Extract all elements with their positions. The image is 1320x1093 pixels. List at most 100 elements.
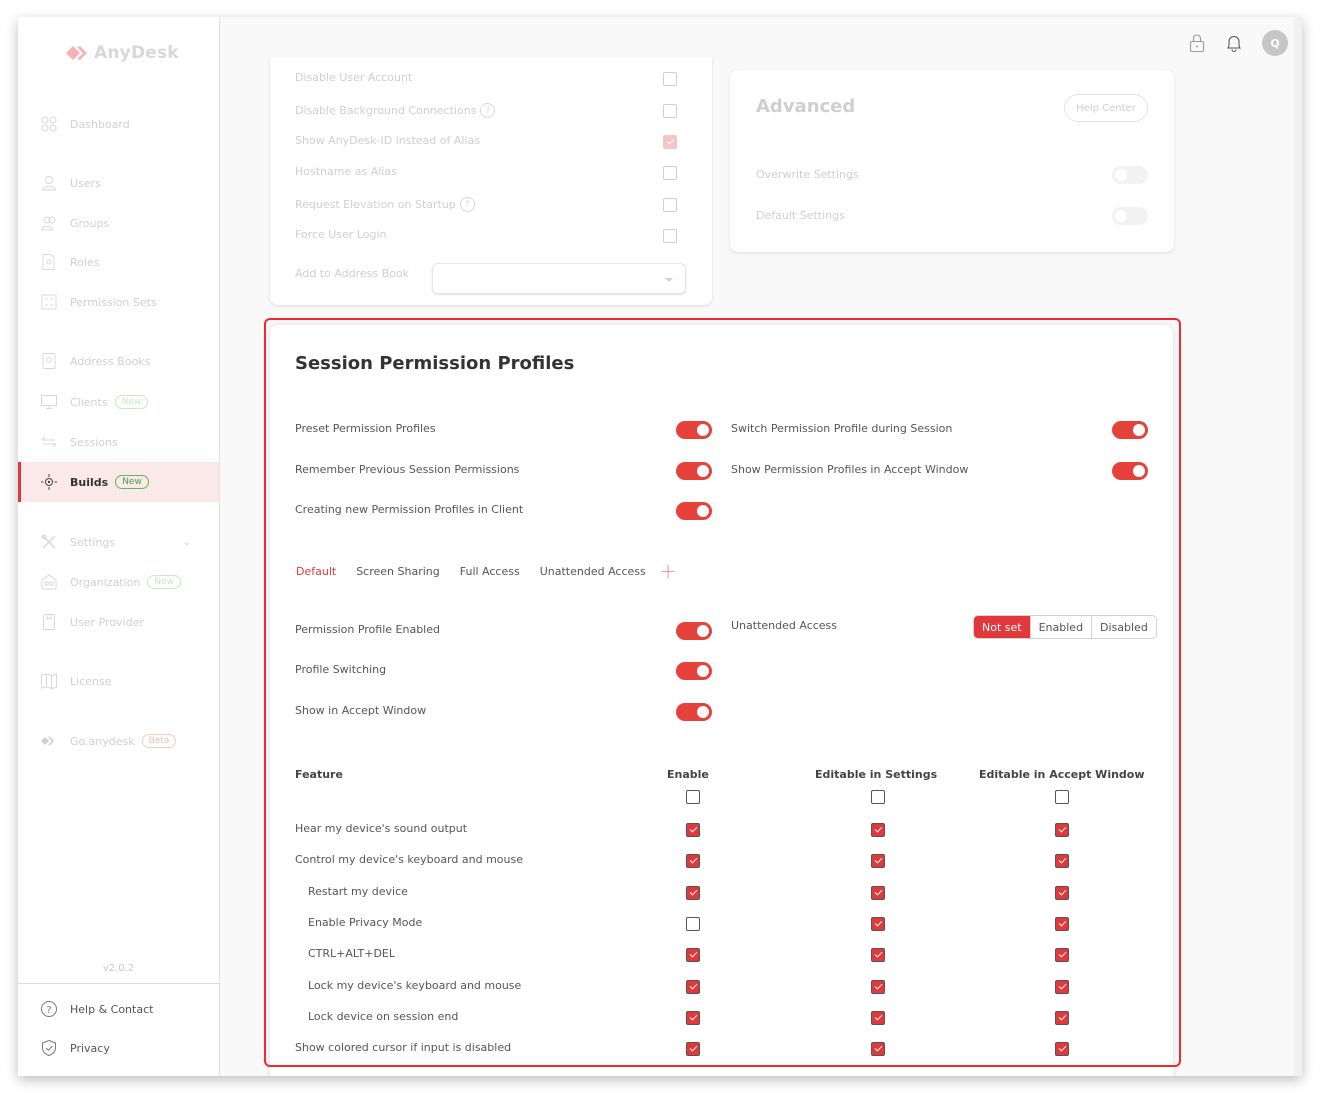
editable-accept-checkbox[interactable] xyxy=(1055,979,1069,994)
scrollbar[interactable] xyxy=(1294,17,1302,1076)
enable-checkbox[interactable] xyxy=(686,979,700,994)
general-row-checkbox[interactable] xyxy=(663,104,677,118)
preset-profiles-label: Preset Permission Profiles xyxy=(295,422,436,435)
sidebar-item-roles[interactable]: Roles xyxy=(18,242,219,282)
shield-icon xyxy=(42,1039,56,1057)
enable-checkbox[interactable] xyxy=(686,823,700,837)
bell-icon[interactable] xyxy=(1224,33,1244,53)
sidebar-item-organization[interactable]: Organization New xyxy=(18,562,219,602)
editable-accept-checkbox[interactable] xyxy=(1055,1042,1069,1057)
editable-settings-checkbox[interactable] xyxy=(871,1010,885,1025)
sidebar-item-user-provider[interactable]: User Provider xyxy=(18,602,219,642)
select-all-checkbox[interactable] xyxy=(871,790,885,804)
editable-accept-checkbox[interactable] xyxy=(1055,885,1069,900)
row-label-text: Show AnyDesk-ID instead of Alias xyxy=(295,134,480,147)
user-icon xyxy=(40,174,58,192)
sidebar-item-address-books[interactable]: Address Books xyxy=(18,341,219,381)
editable-settings-checkbox[interactable] xyxy=(871,854,885,869)
tab-default[interactable]: Default xyxy=(296,565,336,578)
address-book-icon xyxy=(40,352,58,370)
general-row-checkbox[interactable] xyxy=(663,166,677,180)
sidebar-item-permission-sets[interactable]: Permission Sets xyxy=(18,282,219,322)
sidebar-item-label: Builds xyxy=(70,475,109,489)
sidebar-item-users[interactable]: Users xyxy=(18,163,219,203)
book-icon xyxy=(40,672,58,690)
editable-settings-checkbox[interactable] xyxy=(871,823,885,837)
tab-screen-sharing[interactable]: Screen Sharing xyxy=(356,565,440,578)
enable-checkbox[interactable] xyxy=(686,1042,700,1057)
sidebar-item-label: License xyxy=(70,674,112,688)
switch-profile-label: Switch Permission Profile during Session xyxy=(731,422,953,435)
option-disabled[interactable]: Disabled xyxy=(1091,616,1156,638)
sidebar-item-go-anydesk[interactable]: Go.anydesk Beta xyxy=(18,721,219,761)
editable-accept-checkbox[interactable] xyxy=(1055,823,1069,837)
row-label-text: Request Elevation on Startup xyxy=(295,198,456,211)
sidebar-item-settings[interactable]: Settings ⌄ xyxy=(18,522,219,562)
general-row-checkbox[interactable] xyxy=(663,72,677,86)
editable-settings-checkbox[interactable] xyxy=(871,916,885,931)
sidebar-item-clients[interactable]: Clients New xyxy=(18,382,219,422)
overwrite-settings-toggle[interactable] xyxy=(1112,166,1148,184)
switch-profile-toggle[interactable] xyxy=(1112,421,1148,439)
option-not-set[interactable]: Not set xyxy=(974,616,1030,638)
sidebar-item-builds[interactable]: Builds New xyxy=(18,462,219,502)
sidebar-item-groups[interactable]: Groups xyxy=(18,203,219,243)
default-settings-toggle[interactable] xyxy=(1112,207,1148,225)
general-row-checkbox[interactable] xyxy=(663,229,677,243)
sidebar-item-label: Go.anydesk xyxy=(70,734,135,748)
session-permission-profiles-card: Session Permission Profiles Preset Permi… xyxy=(270,325,1173,1076)
tab-unattended-access[interactable]: Unattended Access xyxy=(540,565,646,578)
sidebar-item-license[interactable]: License xyxy=(18,661,219,701)
select-all-checkbox[interactable] xyxy=(686,790,700,804)
editable-accept-checkbox[interactable] xyxy=(1055,1010,1069,1025)
enable-checkbox[interactable] xyxy=(686,916,700,931)
editable-accept-checkbox[interactable] xyxy=(1055,916,1069,931)
enable-checkbox[interactable] xyxy=(686,885,700,900)
feature-label: Lock device on session end xyxy=(308,1009,459,1023)
create-profiles-toggle[interactable] xyxy=(676,502,712,520)
building-icon xyxy=(40,573,58,591)
help-icon[interactable]: ? xyxy=(459,197,475,212)
sidebar-item-dashboard[interactable]: Dashboard xyxy=(18,104,219,144)
default-settings-label: Default Settings xyxy=(756,209,845,222)
plus-icon[interactable]: + xyxy=(660,561,677,581)
general-row-checkbox[interactable] xyxy=(663,135,677,149)
sidebar-item-sessions[interactable]: Sessions xyxy=(18,422,219,462)
section-title: Session Permission Profiles xyxy=(295,353,575,374)
remember-permissions-toggle[interactable] xyxy=(676,462,712,480)
tab-full-access[interactable]: Full Access xyxy=(460,565,520,578)
app-name: AnyDesk xyxy=(94,43,179,63)
user-avatar[interactable]: Q xyxy=(1262,30,1288,56)
build-icon xyxy=(40,473,58,491)
lock-icon[interactable] xyxy=(1188,33,1206,53)
enable-checkbox[interactable] xyxy=(686,948,700,963)
chevron-down-icon[interactable]: ⌄ xyxy=(183,537,191,548)
editable-accept-checkbox[interactable] xyxy=(1055,948,1069,963)
editable-accept-checkbox[interactable] xyxy=(1055,854,1069,869)
new-badge: New xyxy=(114,395,149,409)
select-all-checkbox[interactable] xyxy=(1055,790,1069,804)
show-accept-window-toggle[interactable] xyxy=(676,703,712,721)
option-enabled[interactable]: Enabled xyxy=(1029,616,1091,638)
profile-enabled-toggle[interactable] xyxy=(676,622,712,640)
anydesk-logo[interactable]: AnyDesk xyxy=(66,43,179,63)
editable-settings-checkbox[interactable] xyxy=(871,948,885,963)
general-row-label: Show AnyDesk-ID instead of Alias xyxy=(295,134,480,147)
enable-checkbox[interactable] xyxy=(686,854,700,869)
preset-profiles-toggle[interactable] xyxy=(676,421,712,439)
editable-settings-checkbox[interactable] xyxy=(871,1042,885,1057)
address-book-select[interactable] xyxy=(432,263,686,294)
help-center-button[interactable]: Help Center xyxy=(1064,94,1148,122)
sidebar-item-help-contact[interactable]: ? Help & Contact xyxy=(40,1000,153,1018)
editable-settings-checkbox[interactable] xyxy=(871,885,885,900)
sidebar-item-label: User Provider xyxy=(70,615,144,629)
show-profiles-accept-toggle[interactable] xyxy=(1112,462,1148,480)
provider-icon xyxy=(40,613,58,631)
general-row-checkbox[interactable] xyxy=(663,198,677,212)
help-icon[interactable]: ? xyxy=(480,103,496,118)
enable-checkbox[interactable] xyxy=(686,1010,700,1025)
sidebar-item-privacy[interactable]: Privacy xyxy=(40,1039,110,1057)
profile-switching-toggle[interactable] xyxy=(676,662,712,680)
arrows-icon xyxy=(40,433,58,451)
editable-settings-checkbox[interactable] xyxy=(871,979,885,994)
